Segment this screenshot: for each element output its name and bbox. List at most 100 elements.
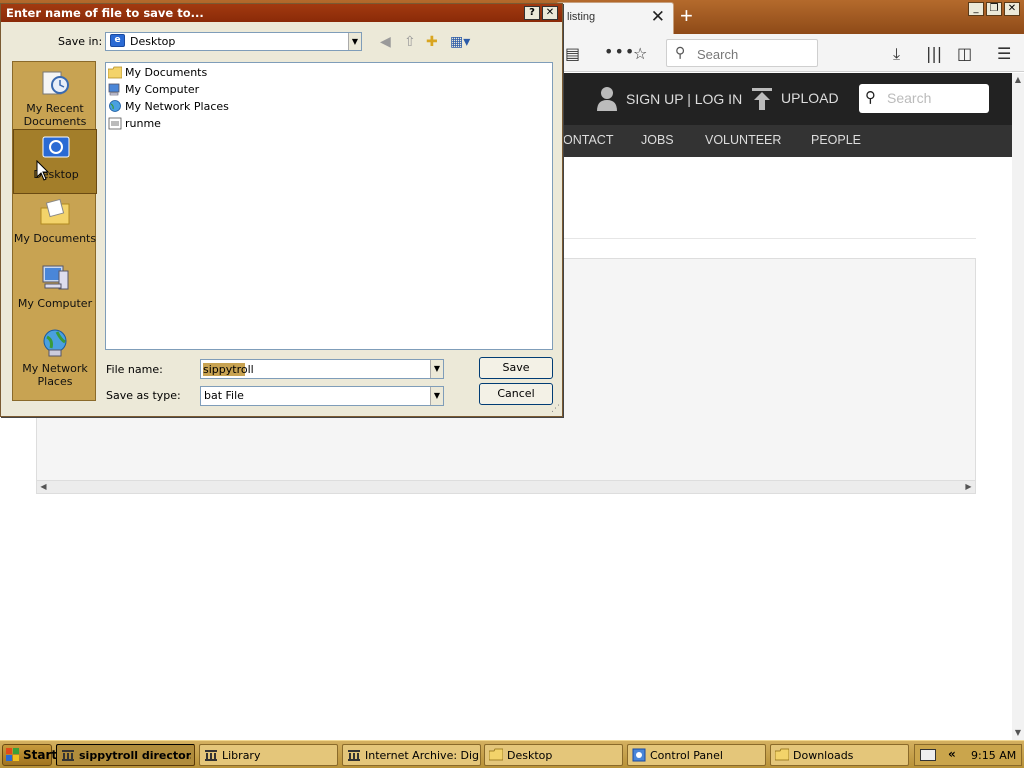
archive-icon <box>348 750 360 761</box>
place-my-network-places[interactable]: My Network Places <box>13 324 97 389</box>
upload-link[interactable]: UPLOAD <box>781 90 839 106</box>
file-name-field[interactable]: ▼ <box>200 359 444 379</box>
clock[interactable]: 9:15 AM <box>971 749 1016 762</box>
desktop-icon: e <box>110 34 125 47</box>
taskbar-item-control-panel[interactable]: Control Panel <box>627 744 766 766</box>
up-folder-icon[interactable]: ⇧ <box>404 34 416 50</box>
scroll-right-icon[interactable]: ▶ <box>962 481 975 493</box>
place-my-documents[interactable]: My Documents <box>13 194 97 259</box>
dialog-title: Enter name of file to save to... <box>6 6 204 20</box>
scroll-down-icon[interactable]: ▼ <box>1012 726 1024 740</box>
dialog-title-bar[interactable]: Enter name of file to save to... ? ✕ <box>1 4 562 22</box>
restore-button[interactable]: ❐ <box>986 2 1002 16</box>
network-places-icon <box>109 100 121 112</box>
browser-tab[interactable]: listing ✕ <box>556 2 674 34</box>
horizontal-scrollbar[interactable]: ◀ ▶ <box>37 480 975 493</box>
taskbar-item-label: Downloads <box>793 749 854 762</box>
taskbar-item-desktop[interactable]: Desktop <box>484 744 623 766</box>
taskbar-item-downloads[interactable]: Downloads <box>770 744 909 766</box>
nav-people[interactable]: PEOPLE <box>811 133 861 147</box>
archive-icon <box>62 750 74 761</box>
start-label: Start <box>23 748 58 762</box>
view-menu-icon[interactable]: ▦▾ <box>450 34 470 50</box>
taskbar: Start sippytroll director... Library Int… <box>0 740 1024 768</box>
taskbar-item-library[interactable]: Library <box>199 744 338 766</box>
file-list[interactable]: My Documents My Computer My Network Plac… <box>105 62 553 350</box>
my-documents-icon <box>40 198 70 225</box>
toolbar-search-placeholder: Search <box>697 47 739 62</box>
library-icon[interactable]: ||| <box>926 44 942 63</box>
place-label: My Computer <box>17 297 93 310</box>
place-label: My Network Places <box>22 362 88 388</box>
close-window-button[interactable]: ✕ <box>1004 2 1020 16</box>
nav-jobs[interactable]: JOBS <box>641 133 674 147</box>
user-icon <box>597 87 617 111</box>
save-as-type-dropdown[interactable]: bat File ▼ <box>200 386 444 406</box>
start-button[interactable]: Start <box>2 744 57 766</box>
windows-logo-icon <box>6 748 19 761</box>
help-button[interactable]: ? <box>524 6 540 20</box>
my-computer-icon <box>42 265 69 290</box>
resize-grip-icon[interactable]: ⋰ <box>551 404 560 414</box>
place-desktop[interactable]: Desktop <box>13 129 97 194</box>
place-label: Desktop <box>33 168 79 181</box>
save-as-type-value: bat File <box>204 389 244 402</box>
folder-icon <box>775 748 789 761</box>
chevron-down-icon[interactable]: ▼ <box>348 33 361 50</box>
scroll-left-icon[interactable]: ◀ <box>37 481 50 493</box>
save-file-dialog: Enter name of file to save to... ? ✕ Sav… <box>0 3 563 417</box>
taskbar-item-firefox[interactable]: sippytroll director... <box>56 744 195 766</box>
upload-icon <box>752 88 772 110</box>
search-icon: ⚲ <box>675 45 686 61</box>
file-name: My Documents <box>125 66 208 79</box>
sidebar-icon[interactable]: ◫ <box>957 44 972 63</box>
my-computer-icon <box>108 83 120 96</box>
cancel-button[interactable]: Cancel <box>479 383 553 405</box>
taskbar-item-label: sippytroll director... <box>79 749 191 762</box>
show-hidden-icons-button[interactable]: « <box>948 747 956 761</box>
file-name-input[interactable] <box>202 361 430 377</box>
back-icon[interactable]: ◀ <box>380 34 391 50</box>
menu-icon[interactable]: ☰ <box>997 44 1011 63</box>
toolbar-search-input[interactable]: ⚲ Search <box>666 39 818 67</box>
new-folder-icon[interactable]: ✚ <box>426 34 438 50</box>
place-my-recent-documents[interactable]: My Recent Documents <box>13 64 97 129</box>
taskbar-item-label: Library <box>222 749 261 762</box>
places-bar: My Recent Documents Desktop My Documents <box>12 61 97 401</box>
tab-close-icon[interactable]: ✕ <box>651 7 665 27</box>
chevron-down-icon[interactable]: ▼ <box>430 360 443 378</box>
taskbar-item-label: Internet Archive: Digit... <box>365 749 479 762</box>
network-places-icon <box>43 329 67 357</box>
signup-login-link[interactable]: SIGN UP | LOG IN <box>626 91 742 107</box>
nav-volunteer[interactable]: VOLUNTEER <box>705 133 781 147</box>
file-name: runme <box>125 117 161 130</box>
scroll-up-icon[interactable]: ▲ <box>1012 73 1024 87</box>
nav-contact[interactable]: ONTACT <box>563 133 613 147</box>
downloads-icon[interactable]: ⤓ <box>893 44 900 64</box>
archive-icon <box>205 750 217 761</box>
site-search-placeholder: Search <box>887 90 932 106</box>
save-button[interactable]: Save <box>479 357 553 379</box>
control-panel-icon <box>632 748 646 762</box>
tab-title: listing <box>567 11 596 23</box>
save-in-dropdown[interactable]: e Desktop ▼ <box>105 32 362 51</box>
close-dialog-button[interactable]: ✕ <box>542 6 558 20</box>
search-icon: ⚲ <box>865 88 876 106</box>
mouse-pointer-icon <box>36 160 50 181</box>
minimize-button[interactable]: _ <box>968 2 984 16</box>
file-name: My Computer <box>125 83 200 96</box>
chevron-down-icon[interactable]: ▼ <box>430 387 443 405</box>
site-search-input[interactable]: ⚲ Search <box>859 84 989 113</box>
bookmark-star-icon[interactable]: ☆ <box>633 44 647 63</box>
recent-documents-icon <box>42 71 69 95</box>
keyboard-icon[interactable] <box>920 749 936 761</box>
reader-view-icon[interactable]: ▤ <box>565 44 580 63</box>
my-documents-icon <box>108 66 122 79</box>
vertical-scrollbar[interactable]: ▲ ▼ <box>1012 73 1024 740</box>
place-my-computer[interactable]: My Computer <box>13 259 97 324</box>
taskbar-item-internet-archive[interactable]: Internet Archive: Digit... <box>342 744 481 766</box>
new-tab-button[interactable]: + <box>680 3 693 29</box>
page-actions-icon[interactable]: ••• <box>604 42 635 61</box>
place-label: My Recent Documents <box>23 102 87 128</box>
place-label: My Documents <box>13 232 97 245</box>
